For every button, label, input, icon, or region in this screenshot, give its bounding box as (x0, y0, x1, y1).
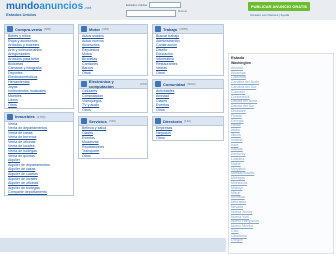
category-title[interactable]: Directorio (163, 119, 182, 124)
category-column-1: Compra-venta (608) Bebés y niños Ropa y acc… (4, 24, 74, 199)
category-column-2: Motor (366) Autos usados Autos nuevos Acceso… (78, 24, 148, 162)
state-link[interactable]: Oregón (229, 238, 333, 243)
category-link[interactable]: Otros (79, 108, 147, 113)
wrench-icon (81, 118, 87, 125)
house-icon (7, 113, 13, 120)
category-box: Servicios (760) Belleza y salud Clases Event… (78, 116, 148, 160)
footer (0, 238, 226, 252)
country-select[interactable]: Estados Unidos (126, 2, 182, 8)
category-header[interactable]: Compra-venta (608) (5, 25, 73, 34)
category-header[interactable]: Trabajo (2855) (153, 25, 223, 34)
category-header[interactable]: Motor (366) (79, 25, 147, 34)
category-count: (2855) (179, 27, 188, 31)
category-link[interactable]: Otros (153, 136, 223, 141)
category-count: (670) (139, 82, 147, 87)
category-header[interactable]: Servicios (760) (79, 117, 147, 127)
people-icon (155, 81, 161, 88)
category-header[interactable]: Inmuebles (1789) (5, 112, 73, 122)
category-count: (760) (108, 119, 116, 124)
chevron-down-icon (149, 2, 182, 8)
search-button[interactable]: Buscar (178, 9, 187, 13)
category-count: (5062) (187, 82, 196, 87)
category-link[interactable]: Otros (79, 154, 147, 159)
category-count: (366) (102, 27, 110, 31)
category-box: Electrónica y computación (670) Celulares C… (78, 79, 148, 114)
laptop-icon (81, 81, 87, 88)
category-link[interactable]: Otros (79, 71, 147, 76)
state-list: Estado Washington Arizona Arkansas Califor… (228, 53, 334, 254)
login-links[interactable]: Acceder Los Clientes | Ayuda (250, 13, 289, 17)
category-header[interactable]: Comunidad (5062) (153, 80, 223, 90)
category-header[interactable]: Directorio (132) (153, 117, 223, 127)
category-title[interactable]: Inmuebles (15, 114, 35, 119)
logo-accent: anuncios (39, 1, 84, 12)
category-title[interactable]: Servicios (89, 119, 107, 124)
category-box: Compra-venta (608) Bebés y niños Ropa y acc… (4, 24, 74, 109)
logo-tld: .net (84, 5, 92, 10)
book-icon (155, 118, 161, 125)
logo-main: mundo (6, 1, 40, 12)
category-box: Inmuebles (1789) Venta Venta de departament… (4, 111, 74, 196)
category-column-3: Trabajo (2855) Buscar trabajo Administració… (152, 24, 224, 144)
category-header[interactable]: Electrónica y computación (670) (79, 79, 147, 90)
category-title[interactable]: Comunidad (163, 82, 185, 87)
cart-icon (7, 26, 13, 32)
category-link[interactable]: Otros (153, 108, 223, 113)
search-input[interactable] (126, 10, 176, 17)
publish-button[interactable]: PUBLICAR ANUNCIO GRATIS (248, 2, 310, 11)
category-link[interactable]: Otros (5, 103, 73, 108)
category-link[interactable]: Compartir departamento (5, 190, 73, 195)
category-count: (1789) (36, 114, 46, 119)
logo[interactable]: mundoanuncios.net (6, 1, 91, 12)
category-title[interactable]: Compra-venta (15, 27, 42, 32)
category-count: (132) (183, 119, 191, 124)
header: mundoanuncios.net Estados Unidos Estados… (0, 0, 336, 20)
briefcase-icon (155, 26, 161, 32)
state-heading: Estado (231, 55, 245, 60)
country-label: Estados Unidos (126, 2, 148, 7)
site-subtitle: Estados Unidos (6, 12, 37, 17)
category-box: Directorio (132) Empresas Negocios Otros (152, 116, 224, 142)
category-title[interactable]: Motor (89, 27, 100, 32)
category-title[interactable]: Trabajo (163, 27, 177, 32)
category-link[interactable]: Otros (153, 71, 223, 76)
category-box: Comunidad (5062) Actividades Amistad Clases E… (152, 79, 224, 114)
category-title[interactable]: Electrónica y computación (89, 79, 138, 89)
car-icon (81, 26, 87, 32)
category-box: Motor (366) Autos usados Autos nuevos Acceso… (78, 24, 148, 77)
category-count: (608) (43, 27, 51, 31)
category-box: Trabajo (2855) Buscar trabajo Administració… (152, 24, 224, 77)
